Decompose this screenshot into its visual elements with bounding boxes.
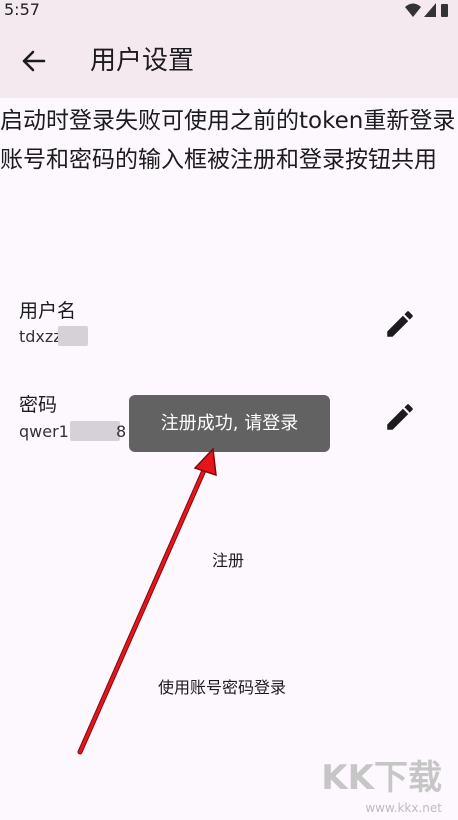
username-edit-icon[interactable] (383, 307, 417, 341)
password-value-suffix: 8 (116, 422, 127, 441)
status-bar: 5:57 (0, 0, 458, 22)
signal-icon (424, 3, 436, 17)
password-edit-icon[interactable] (383, 400, 417, 434)
username-label: 用户名 (19, 300, 77, 322)
toast-message: 注册成功, 请登录 (129, 395, 330, 452)
password-label: 密码 (19, 394, 58, 416)
watermark-logo: KK下载 (321, 758, 442, 798)
app-bar: 用户设置 (0, 22, 458, 98)
password-redaction (70, 421, 120, 441)
watermark: KK下载 www.kkx.net (321, 758, 442, 820)
register-button[interactable]: 注册 (212, 550, 244, 572)
battery-icon (441, 4, 448, 17)
login-with-account-button[interactable]: 使用账号密码登录 (158, 677, 286, 699)
status-icons (405, 3, 448, 17)
watermark-url: www.kkx.net (365, 801, 442, 815)
status-time: 5:57 (4, 0, 40, 19)
arrow-back-icon[interactable] (14, 41, 54, 81)
description-text: 启动时登录失败可使用之前的token重新登录 账号和密码的输入框被注册和登录按钮… (0, 108, 456, 173)
page-title: 用户设置 (90, 46, 195, 76)
password-value: qwer1 (19, 422, 69, 441)
wifi-icon (405, 3, 421, 17)
username-redaction (58, 326, 88, 346)
username-value: tdxzz (19, 327, 62, 346)
